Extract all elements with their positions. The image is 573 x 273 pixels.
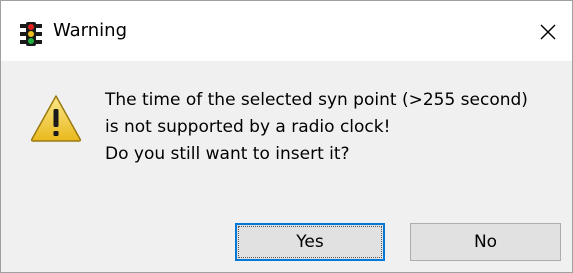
no-button-label: No [473,232,498,252]
message-line: is not supported by a radio clock! [105,117,391,137]
close-icon [540,24,556,40]
traffic-light-icon [18,21,44,47]
warning-dialog: Warning The time of the selected syn poi… [0,0,573,273]
message-text: The time of the selected syn point (>255… [105,87,567,168]
window-title: Warning [53,20,128,41]
yes-button-label: Yes [296,232,324,252]
yes-button[interactable]: Yes [235,223,385,261]
dialog-body: The time of the selected syn point (>255… [1,61,572,272]
close-button[interactable] [528,13,568,51]
message-line: The time of the selected syn point (>255… [105,90,528,110]
no-button[interactable]: No [410,223,561,261]
title-bar[interactable]: Warning [1,1,572,61]
message-line: Do you still want to insert it? [105,144,350,164]
warning-icon [29,93,83,143]
